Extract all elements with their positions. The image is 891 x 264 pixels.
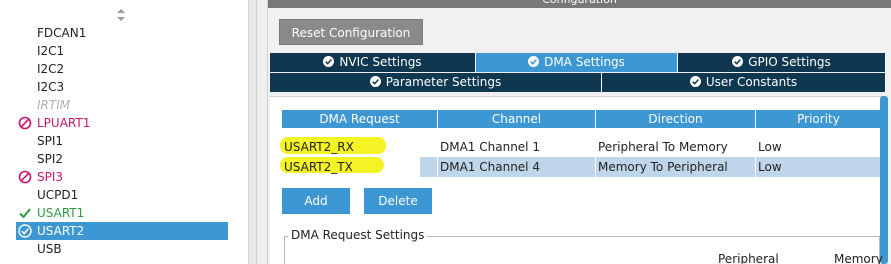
peripheral-item-i2c3[interactable]: I2C3 xyxy=(16,78,228,96)
peripheral-label: I2C2 xyxy=(37,62,65,76)
column-header-priority[interactable]: Priority xyxy=(756,110,882,128)
peripheral-label: SPI3 xyxy=(37,170,64,184)
peripheral-item-usb[interactable]: USB xyxy=(16,240,228,258)
peripheral-label: UCPD1 xyxy=(37,188,79,202)
peripheral-label: USART2 xyxy=(37,224,85,238)
checkmark-icon xyxy=(19,208,31,219)
check-circle-icon xyxy=(18,224,32,238)
peripheral-item-fdcan1[interactable]: FDCAN1 xyxy=(16,24,228,42)
peripheral-label: FDCAN1 xyxy=(37,26,87,40)
peripheral-item-ucpd1[interactable]: UCPD1 xyxy=(16,186,228,204)
cell-direction[interactable]: Peripheral To Memory xyxy=(596,137,756,157)
tab-user-constants[interactable]: User Constants xyxy=(602,73,886,92)
peripheral-label: SPI2 xyxy=(37,152,64,166)
peripheral-item-lpuart1[interactable]: LPUART1 xyxy=(16,114,228,132)
peripheral-item-i2c2[interactable]: I2C2 xyxy=(16,60,228,78)
check-circle-icon xyxy=(369,76,381,87)
peripheral-label: I2C1 xyxy=(37,44,65,58)
peripheral-item-spi3[interactable]: SPI3 xyxy=(16,168,228,186)
peripheral-item-irtim[interactable]: IRTIM xyxy=(16,96,228,114)
peripheral-list-panel: FDCAN1 I2C1 I2C2 I2C3 IRTIM LPUART1 SPI1… xyxy=(0,0,252,264)
peripheral-list-scrollbar[interactable] xyxy=(248,0,256,264)
peripheral-label: USB xyxy=(37,242,62,256)
peripheral-label: LPUART1 xyxy=(37,116,91,130)
peripheral-label: I2C3 xyxy=(37,80,65,94)
configuration-panel: Configuration Reset Configuration NVIC S… xyxy=(268,0,891,264)
delete-button[interactable]: Delete xyxy=(364,188,432,214)
no-entry-icon xyxy=(18,116,32,130)
panel-splitter[interactable] xyxy=(256,0,268,264)
cell-direction[interactable]: Memory To Peripheral xyxy=(596,157,756,177)
tab-label: User Constants xyxy=(705,75,798,89)
check-circle-icon xyxy=(689,76,701,87)
sort-arrows-icon[interactable] xyxy=(116,8,126,22)
peripheral-item-usart1[interactable]: USART1 xyxy=(16,204,228,222)
cell-channel[interactable]: DMA1 Channel 4 xyxy=(438,157,596,177)
content-scrollbar[interactable] xyxy=(880,96,888,264)
tab-label: DMA Settings xyxy=(544,55,625,69)
configuration-header: Configuration xyxy=(268,0,891,8)
check-circle-icon xyxy=(323,56,335,67)
peripheral-item-spi1[interactable]: SPI1 xyxy=(16,132,228,150)
cell-channel[interactable]: DMA1 Channel 1 xyxy=(438,137,596,157)
peripheral-column-label: Peripheral xyxy=(718,252,779,264)
cell-dma-request[interactable]: USART2_RX xyxy=(282,137,438,157)
tab-dma-settings[interactable]: DMA Settings xyxy=(476,53,678,72)
add-button[interactable]: Add xyxy=(282,188,350,214)
cell-priority[interactable]: Low xyxy=(756,137,882,157)
peripheral-label: USART1 xyxy=(37,206,85,220)
peripheral-item-spi2[interactable]: SPI2 xyxy=(16,150,228,168)
tab-label: Parameter Settings xyxy=(385,75,502,89)
column-header-dma-request[interactable]: DMA Request xyxy=(282,110,438,128)
column-header-channel[interactable]: Channel xyxy=(438,110,596,128)
peripheral-label: IRTIM xyxy=(37,98,71,112)
no-entry-icon xyxy=(18,170,32,184)
tab-parameter-settings[interactable]: Parameter Settings xyxy=(270,73,602,92)
tab-label: NVIC Settings xyxy=(339,55,422,69)
peripheral-item-i2c1[interactable]: I2C1 xyxy=(16,42,228,60)
tab-nvic-settings[interactable]: NVIC Settings xyxy=(270,53,476,72)
cell-priority[interactable]: Low xyxy=(756,157,882,177)
peripheral-label: SPI1 xyxy=(37,134,64,148)
dma-request-settings-title: DMA Request Settings xyxy=(288,228,428,242)
check-circle-icon xyxy=(732,56,744,67)
tab-label: GPIO Settings xyxy=(748,55,831,69)
tab-gpio-settings[interactable]: GPIO Settings xyxy=(678,53,886,72)
column-header-direction[interactable]: Direction xyxy=(596,110,756,128)
peripheral-item-usart2[interactable]: USART2 xyxy=(16,222,228,240)
cell-dma-request[interactable]: USART2_TX xyxy=(282,157,438,177)
reset-configuration-button[interactable]: Reset Configuration xyxy=(279,19,423,45)
memory-column-label: Memory xyxy=(834,252,883,264)
check-circle-icon xyxy=(528,56,540,67)
